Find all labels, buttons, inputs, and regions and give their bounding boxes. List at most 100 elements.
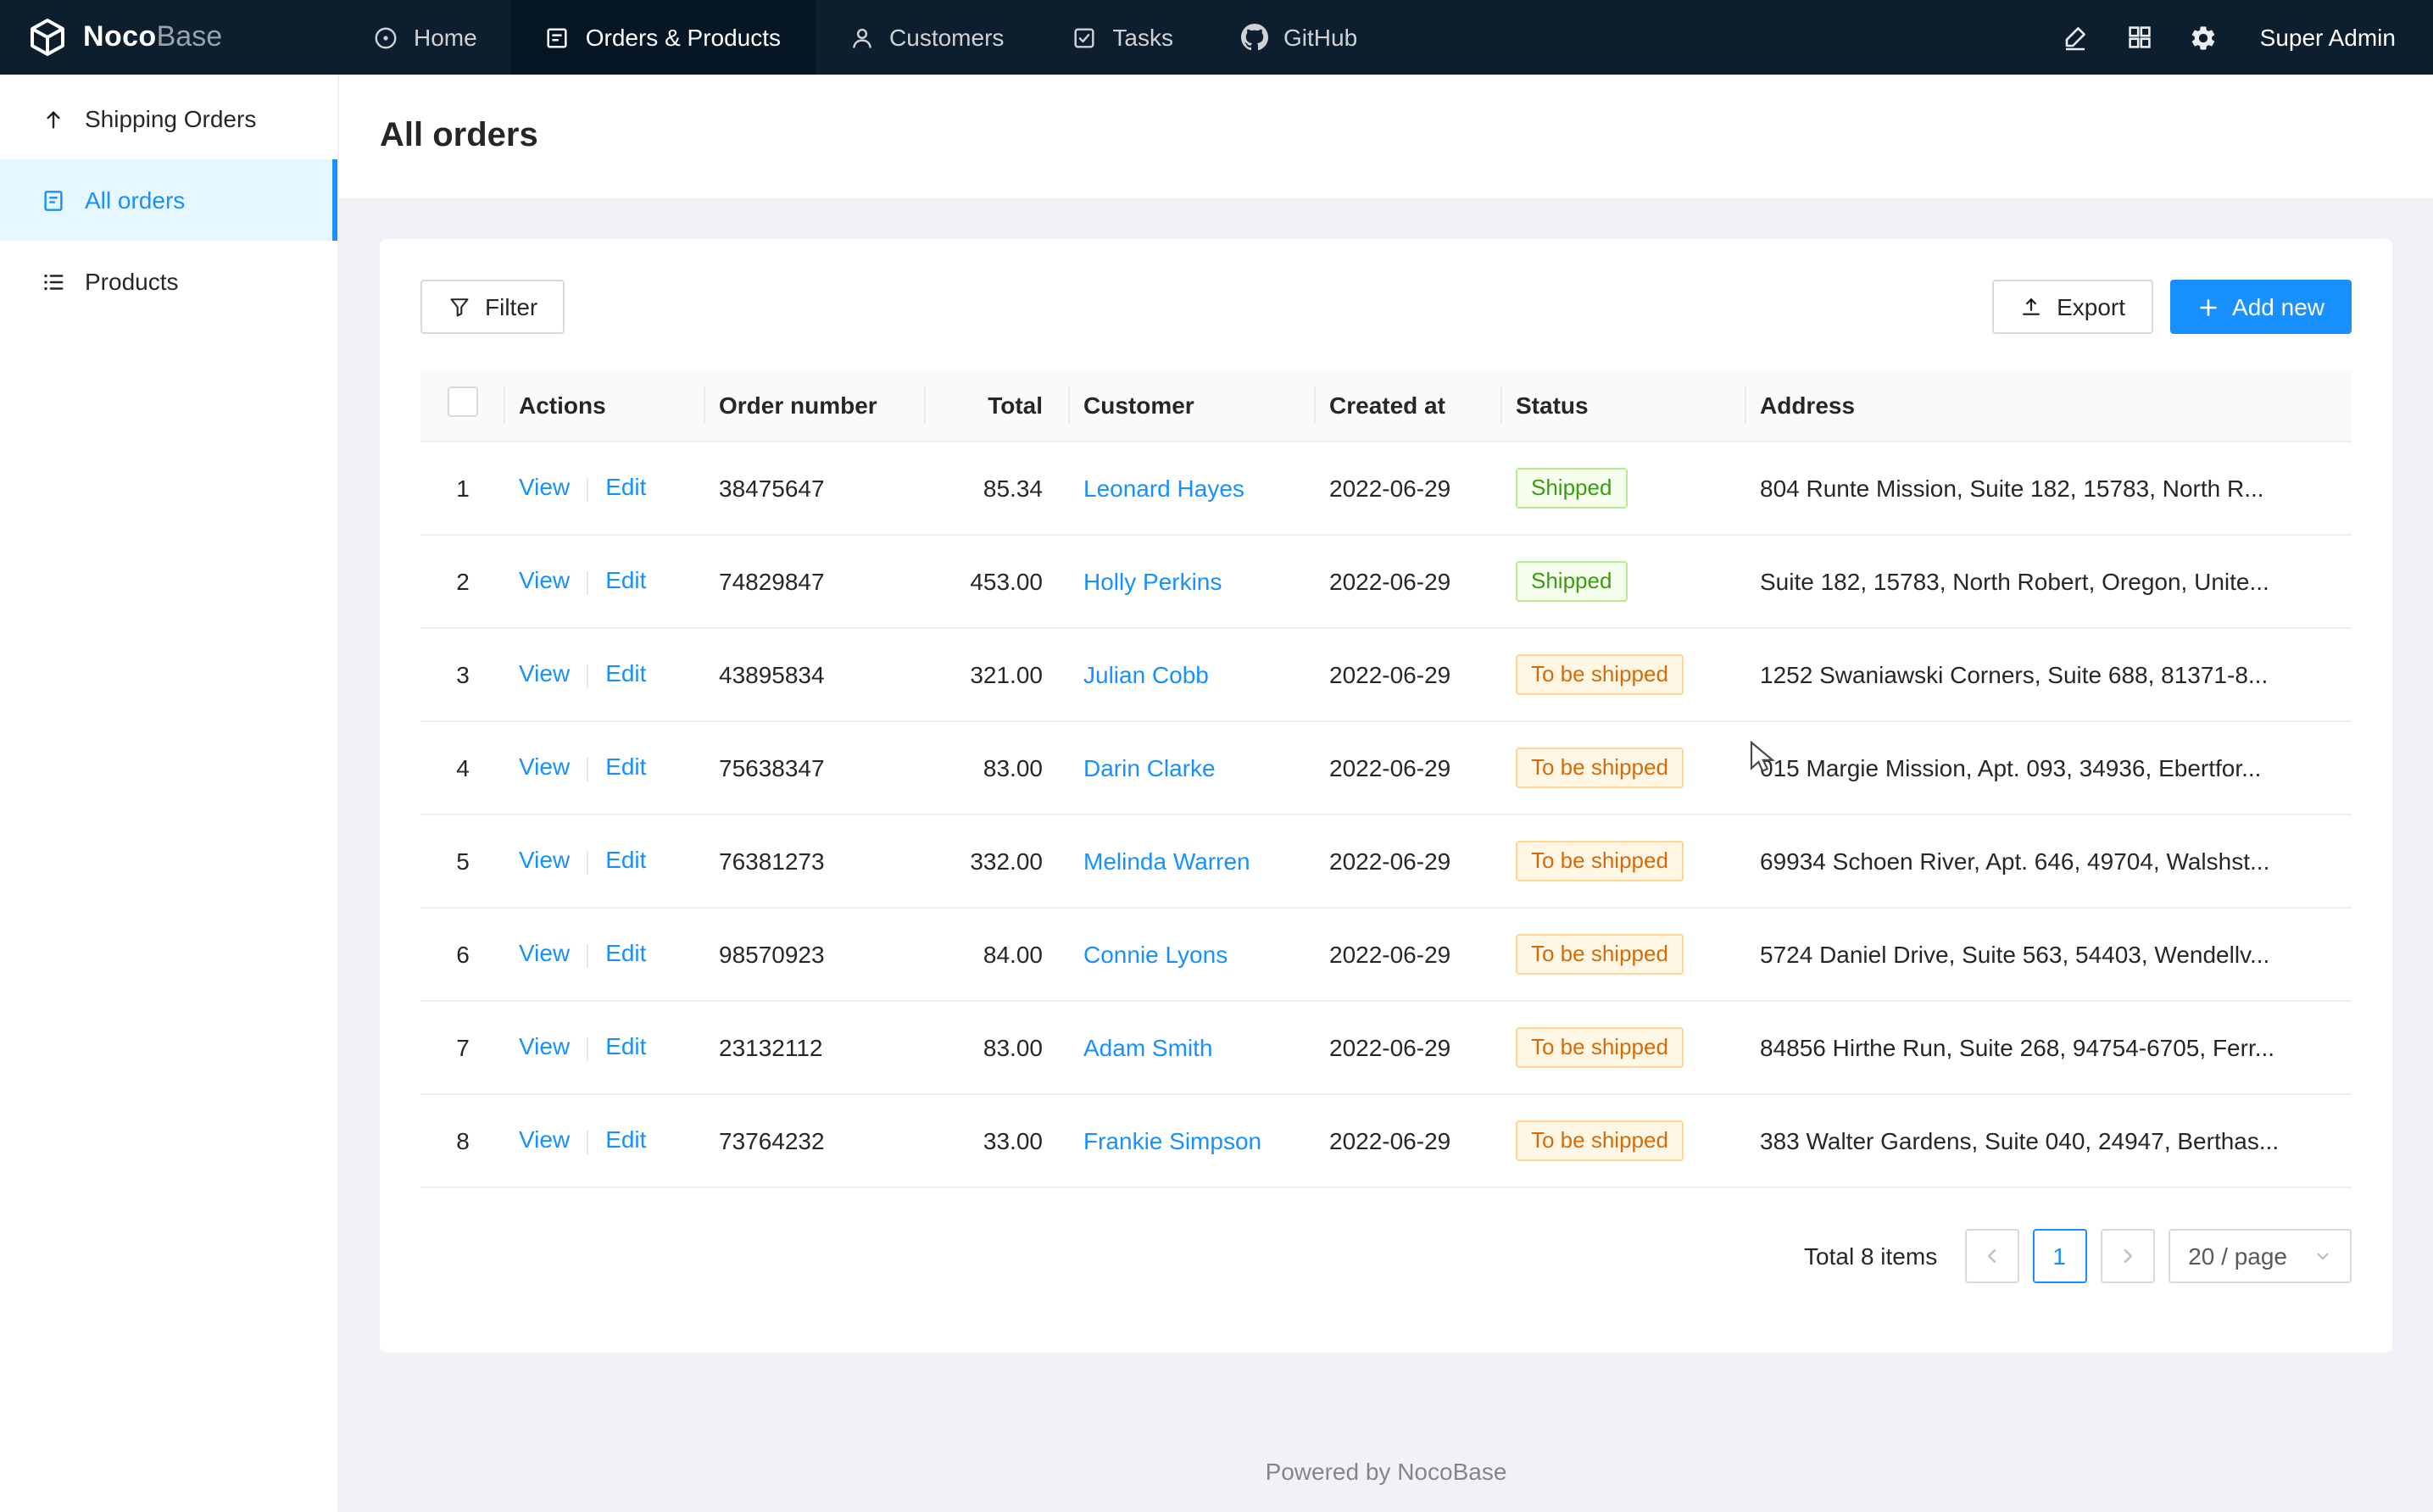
total-cell: 84.00: [926, 907, 1070, 1000]
created-at-cell: 2022-06-29: [1316, 1093, 1502, 1187]
sidebar-item-all-orders[interactable]: All orders: [0, 159, 337, 241]
customer-link[interactable]: Connie Lyons: [1083, 940, 1228, 967]
address-cell: 1252 Swaniawski Corners, Suite 688, 8137…: [1746, 627, 2352, 720]
view-link[interactable]: View: [519, 753, 570, 781]
nav-item-customers[interactable]: Customers: [815, 0, 1038, 75]
address-cell: 015 Margie Mission, Apt. 093, 34936, Ebe…: [1746, 720, 2352, 814]
view-link[interactable]: View: [519, 1126, 570, 1153]
address-cell: 5724 Daniel Drive, Suite 563, 54403, Wen…: [1746, 907, 2352, 1000]
sidebar-item-label: Shipping Orders: [85, 105, 256, 132]
actions-divider: [587, 664, 588, 687]
table-toolbar: Filter Export: [420, 280, 2352, 334]
page-size-select[interactable]: 20 / page: [2168, 1228, 2352, 1282]
order-number-cell: 98570923: [705, 907, 926, 1000]
column-header-created-at: Created at: [1316, 370, 1502, 441]
table-body: 1ViewEdit3847564785.34Leonard Hayes2022-…: [420, 441, 2352, 1187]
view-link[interactable]: View: [519, 1033, 570, 1060]
view-link[interactable]: View: [519, 660, 570, 687]
edit-link[interactable]: Edit: [605, 567, 646, 594]
edit-link[interactable]: Edit: [605, 753, 646, 781]
filter-funnel-icon: [448, 295, 471, 319]
orders-table: Actions Order number Total Customer Crea…: [420, 370, 2352, 1187]
chevron-down-icon: [2314, 1247, 2331, 1264]
ui-editor-pen-icon[interactable]: [2046, 8, 2104, 66]
logo-text-light: Base: [157, 20, 223, 53]
settings-gear-icon[interactable]: [2175, 8, 2233, 66]
status-cell: To be shipped: [1502, 1093, 1746, 1187]
home-icon: [373, 25, 398, 50]
pagination-next-button[interactable]: [2100, 1228, 2154, 1282]
column-header-address: Address: [1746, 370, 2352, 441]
app-window: NocoBase Home Orders & Products: [0, 0, 2433, 1512]
actions-divider: [587, 1037, 588, 1060]
sidebar-item-shipping-orders[interactable]: Shipping Orders: [0, 78, 337, 159]
sidebar-item-label: Products: [85, 268, 179, 295]
total-cell: 83.00: [926, 720, 1070, 814]
actions-divider: [587, 850, 588, 874]
customer-link[interactable]: Frankie Simpson: [1083, 1126, 1261, 1153]
column-header-actions: Actions: [505, 370, 705, 441]
customer-cell: Leonard Hayes: [1070, 441, 1316, 534]
customer-link[interactable]: Holly Perkins: [1083, 567, 1222, 594]
status-badge: To be shipped: [1516, 653, 1684, 694]
pagination-page-1[interactable]: 1: [2032, 1228, 2086, 1282]
pagination-total: Total 8 items: [1804, 1242, 1937, 1269]
nav-item-github[interactable]: GitHub: [1207, 0, 1391, 75]
customer-cell: Melinda Warren: [1070, 814, 1316, 907]
total-cell: 321.00: [926, 627, 1070, 720]
edit-link[interactable]: Edit: [605, 1126, 646, 1153]
row-actions-cell: View Edit: [505, 627, 705, 720]
status-cell: Shipped: [1502, 534, 1746, 627]
nav-item-home[interactable]: Home: [339, 0, 511, 75]
edit-link[interactable]: Edit: [605, 940, 646, 967]
row-actions-cell: View Edit: [505, 720, 705, 814]
view-link[interactable]: View: [519, 847, 570, 874]
edit-link[interactable]: Edit: [605, 474, 646, 501]
nocobase-logo[interactable]: NocoBase: [0, 0, 339, 75]
sidebar-item-label: All orders: [85, 186, 185, 214]
status-badge: To be shipped: [1516, 747, 1684, 787]
topbar-actions: Super Admin: [2046, 0, 2433, 75]
nav-item-tasks[interactable]: Tasks: [1038, 0, 1207, 75]
edit-link[interactable]: Edit: [605, 847, 646, 874]
nav-label: Customers: [889, 24, 1004, 51]
actions-divider: [587, 570, 588, 594]
row-actions-cell: View Edit: [505, 907, 705, 1000]
address-cell: 383 Walter Gardens, Suite 040, 24947, Be…: [1746, 1093, 2352, 1187]
plugins-grid-icon[interactable]: [2111, 8, 2169, 66]
row-index: 1: [420, 441, 505, 534]
customer-link[interactable]: Darin Clarke: [1083, 753, 1216, 781]
status-badge: Shipped: [1516, 560, 1627, 601]
view-link[interactable]: View: [519, 940, 570, 967]
customer-link[interactable]: Melinda Warren: [1083, 847, 1250, 874]
row-index: 7: [420, 1000, 505, 1093]
row-actions-cell: View Edit: [505, 534, 705, 627]
status-cell: To be shipped: [1502, 627, 1746, 720]
view-link[interactable]: View: [519, 567, 570, 594]
export-button[interactable]: Export: [1992, 280, 2152, 334]
total-cell: 332.00: [926, 814, 1070, 907]
add-new-button[interactable]: Add new: [2169, 280, 2352, 334]
created-at-cell: 2022-06-29: [1316, 907, 1502, 1000]
customer-link[interactable]: Julian Cobb: [1083, 660, 1209, 687]
arrow-up-icon: [41, 106, 66, 131]
row-actions-cell: View Edit: [505, 1000, 705, 1093]
user-menu[interactable]: Super Admin: [2260, 24, 2396, 51]
created-at-cell: 2022-06-29: [1316, 534, 1502, 627]
pagination-prev-button[interactable]: [1964, 1228, 2018, 1282]
customer-cell: Frankie Simpson: [1070, 1093, 1316, 1187]
table-row: 3ViewEdit43895834321.00Julian Cobb2022-0…: [420, 627, 2352, 720]
filter-button[interactable]: Filter: [420, 280, 565, 334]
edit-link[interactable]: Edit: [605, 1033, 646, 1060]
row-index: 2: [420, 534, 505, 627]
status-cell: To be shipped: [1502, 1000, 1746, 1093]
edit-link[interactable]: Edit: [605, 660, 646, 687]
content-area: Filter Export: [339, 198, 2433, 1512]
sidebar-item-products[interactable]: Products: [0, 241, 337, 322]
customer-link[interactable]: Leonard Hayes: [1083, 474, 1244, 501]
table-row: 2ViewEdit74829847453.00Holly Perkins2022…: [420, 534, 2352, 627]
view-link[interactable]: View: [519, 474, 570, 501]
nav-item-orders-products[interactable]: Orders & Products: [511, 0, 815, 75]
select-all-checkbox[interactable]: [448, 387, 478, 418]
customer-link[interactable]: Adam Smith: [1083, 1033, 1213, 1060]
